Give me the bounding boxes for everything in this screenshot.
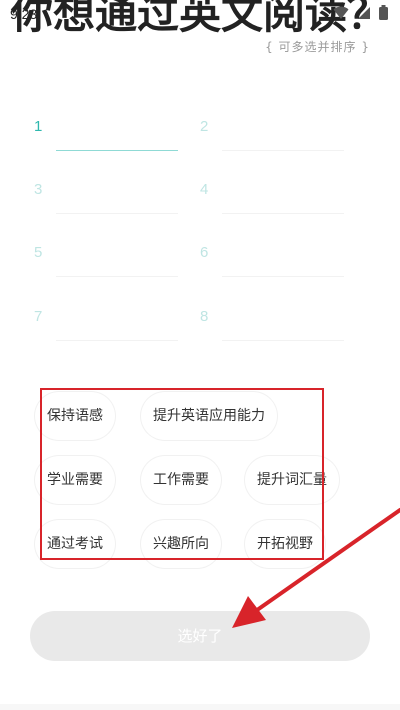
option-chip[interactable]: 通过考试 — [35, 520, 115, 568]
rank-underline — [222, 213, 344, 214]
status-icons — [333, 5, 388, 20]
rank-slot-5[interactable]: 5 — [34, 236, 204, 277]
option-chip[interactable]: 兴趣所向 — [141, 520, 221, 568]
rank-slot-2[interactable]: 2 — [200, 110, 370, 151]
rank-number: 7 — [34, 308, 43, 325]
rank-underline — [222, 150, 344, 151]
rank-number: 4 — [200, 181, 209, 198]
option-chip[interactable]: 保持语感 — [35, 392, 115, 440]
rank-slot-7[interactable]: 7 — [34, 300, 204, 341]
rank-underline — [222, 340, 344, 341]
option-chip[interactable]: 工作需要 — [141, 456, 221, 504]
rank-underline — [56, 213, 178, 214]
status-time: 9:23 — [10, 6, 38, 22]
rank-slot-3[interactable]: 3 — [34, 173, 204, 214]
option-chip[interactable]: 学业需要 — [35, 456, 115, 504]
home-indicator — [0, 704, 400, 710]
rank-slot-8[interactable]: 8 — [200, 300, 370, 341]
rank-underline — [56, 340, 178, 341]
rank-number: 5 — [34, 244, 43, 261]
rank-slot-6[interactable]: 6 — [200, 236, 370, 277]
rank-number: 8 — [200, 308, 209, 325]
option-chip[interactable]: 提升词汇量 — [245, 456, 339, 504]
battery-icon — [379, 5, 388, 20]
rank-number: 6 — [200, 244, 209, 261]
signal-icon — [358, 6, 370, 19]
rank-slot-1[interactable]: 1 — [34, 110, 204, 151]
reading-goal-options: 保持语感 提升英语应用能力 学业需要 工作需要 提升词汇量 通过考试 兴趣所向 … — [33, 385, 373, 568]
confirm-button[interactable]: 选好了 — [30, 611, 370, 661]
option-chip[interactable]: 开拓视野 — [245, 520, 325, 568]
rank-number: 1 — [34, 118, 43, 135]
rank-number: 3 — [34, 181, 43, 198]
rank-underline — [222, 276, 344, 277]
option-chip[interactable]: 提升英语应用能力 — [141, 392, 277, 440]
status-bar: 9:23 — [0, 0, 400, 28]
rank-number: 2 — [200, 118, 209, 135]
rank-slot-4[interactable]: 4 — [200, 173, 370, 214]
rank-underline — [56, 150, 178, 151]
rank-underline — [56, 276, 178, 277]
wifi-icon — [333, 6, 349, 19]
